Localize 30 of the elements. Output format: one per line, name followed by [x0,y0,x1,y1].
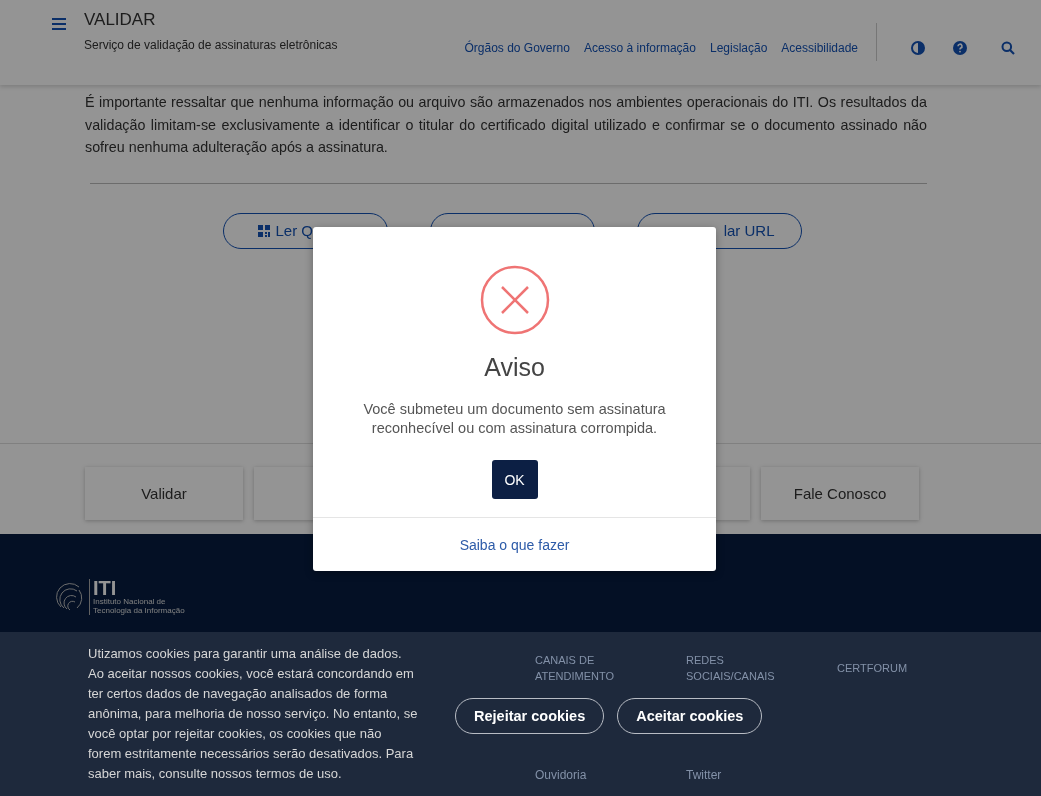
info-paragraph: É importante ressaltar que nenhuma informação ou arquivo são armazenados nos ambientes operacionais do ITI. Os resultados da validação limitam-se exclusivamente a identificar o titular do certificado digital utilizado e confirmar se o documento assinado não sofreu nenhuma adulteração após a assinatura. [85,93,927,157]
site-subtitle: Serviço de validação de assinaturas eletrônicas [84,38,338,52]
contrast-icon[interactable] [911,41,926,55]
footer-heading: CANAIS DE ATENDIMENTO [535,653,616,684]
nav-link[interactable]: Legislação [709,41,768,55]
menu-icon[interactable] [52,18,66,30]
qr-code-icon [257,224,270,237]
nav-link[interactable]: Acesso à informação [583,41,696,55]
dialog-message: Você submeteu um documento sem assinatura reconhecível ou com assinatura corrompida. [362,400,667,438]
footer-link[interactable]: Ouvidoria [535,768,587,782]
dialog-title: Aviso [484,353,545,382]
footer-heading: CERTFORUM [837,661,909,676]
shortcut-tile[interactable]: Validar [85,467,243,520]
cookie-message: Utizamos cookies para garantir uma análise de dados. Ao aceitar nossos cookies, você estará concordando em ter certos dados de navegação analisados de forma anônima, para melhoria de nosso serviço. No entanto, se você optar por rejeitar cookies, os cookies que não forem estritamente necessários serão desativados. Para saber mais, consulte nossos termos de uso. [88,645,418,783]
fingerprint-icon [55,582,85,612]
ok-button[interactable]: OK [491,460,538,499]
shortcut-tile[interactable]: Fale Conosco [761,467,919,520]
logo-subtitle: Instituto Nacional de Tecnologia da Informação [93,597,186,615]
help-link[interactable]: Saiba o que fazer [459,536,570,553]
error-icon [479,265,550,335]
nav-link[interactable]: Acessibilidade [781,41,859,55]
footer-heading: REDES SOCIAIS/CANAIS [686,653,776,684]
cookie-button[interactable]: Aceitar cookies [617,698,763,734]
logo-text: ITI [93,579,118,597]
search-icon[interactable] [1001,41,1016,55]
site-title: VALIDAR [84,10,157,30]
footer-link[interactable]: Twitter [686,768,722,782]
cookie-button[interactable]: Rejeitar cookies [455,698,605,734]
nav-link[interactable]: Órgãos do Governo [464,41,570,55]
help-icon[interactable] [953,41,968,55]
